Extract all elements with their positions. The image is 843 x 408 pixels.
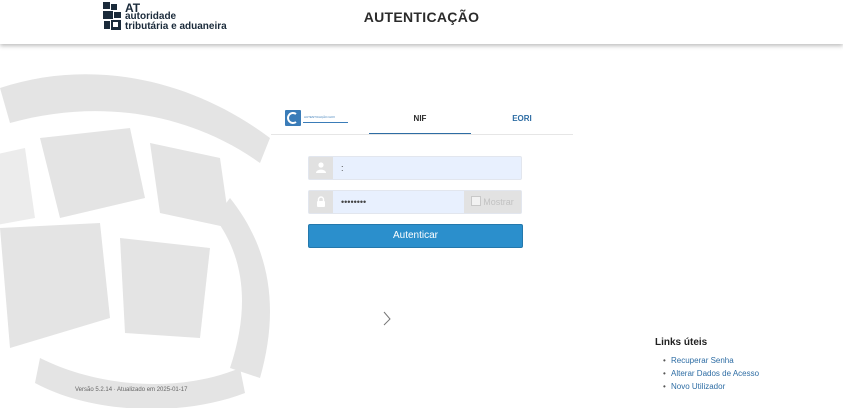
- at-watermark-emblem: [0, 74, 270, 408]
- show-password-checkbox[interactable]: [471, 196, 482, 206]
- nif-input-group[interactable]: :: [308, 156, 522, 180]
- password-input[interactable]: ••••••••: [341, 191, 366, 213]
- password-input-group[interactable]: •••••••• Mostrar: [308, 190, 522, 214]
- logo-line-2: tributária e aduaneira: [125, 21, 227, 32]
- show-password-label: Mostrar: [483, 197, 514, 207]
- at-logo-mark-icon: [103, 2, 121, 30]
- link-alterar-dados-acesso[interactable]: Alterar Dados de Acesso: [663, 367, 835, 380]
- user-icon: [309, 157, 333, 179]
- nif-input[interactable]: :: [341, 157, 344, 179]
- cartao-de-cidadao-logo: [285, 110, 348, 126]
- tab-autenticacao-gov-label: AUTENTICAÇÃO.GOV: [304, 115, 336, 119]
- useful-links-list: Recuperar Senha Alterar Dados de Acesso …: [655, 354, 835, 393]
- show-password-toggle[interactable]: Mostrar: [464, 191, 521, 213]
- tab-nif[interactable]: NIF: [369, 105, 471, 134]
- useful-links-title: Links úteis: [655, 337, 708, 348]
- lock-icon: [309, 191, 333, 213]
- tab-eori[interactable]: EORI: [471, 105, 573, 133]
- tabs-divider: [271, 134, 573, 135]
- version-info: Versão 5.2.14 · Atualizado em 2025-01-17: [75, 387, 188, 393]
- useful-links-panel: Links úteis Recuperar Senha Alterar Dado…: [655, 337, 835, 393]
- autenticar-button[interactable]: Autenticar: [308, 224, 523, 248]
- mouse-cursor-icon: [383, 311, 391, 326]
- tab-autenticacao-gov[interactable]: AUTENTICAÇÃO.GOV: [271, 105, 369, 133]
- link-recuperar-senha[interactable]: Recuperar Senha: [663, 354, 835, 367]
- link-novo-utilizador[interactable]: Novo Utilizador: [663, 380, 835, 393]
- header-bar: AT autoridade tributária e aduaneira AUT…: [0, 0, 843, 44]
- login-method-tabs: AUTENTICAÇÃO.GOV NIF EORI: [271, 105, 573, 135]
- at-logo[interactable]: AT autoridade tributária e aduaneira: [103, 2, 243, 36]
